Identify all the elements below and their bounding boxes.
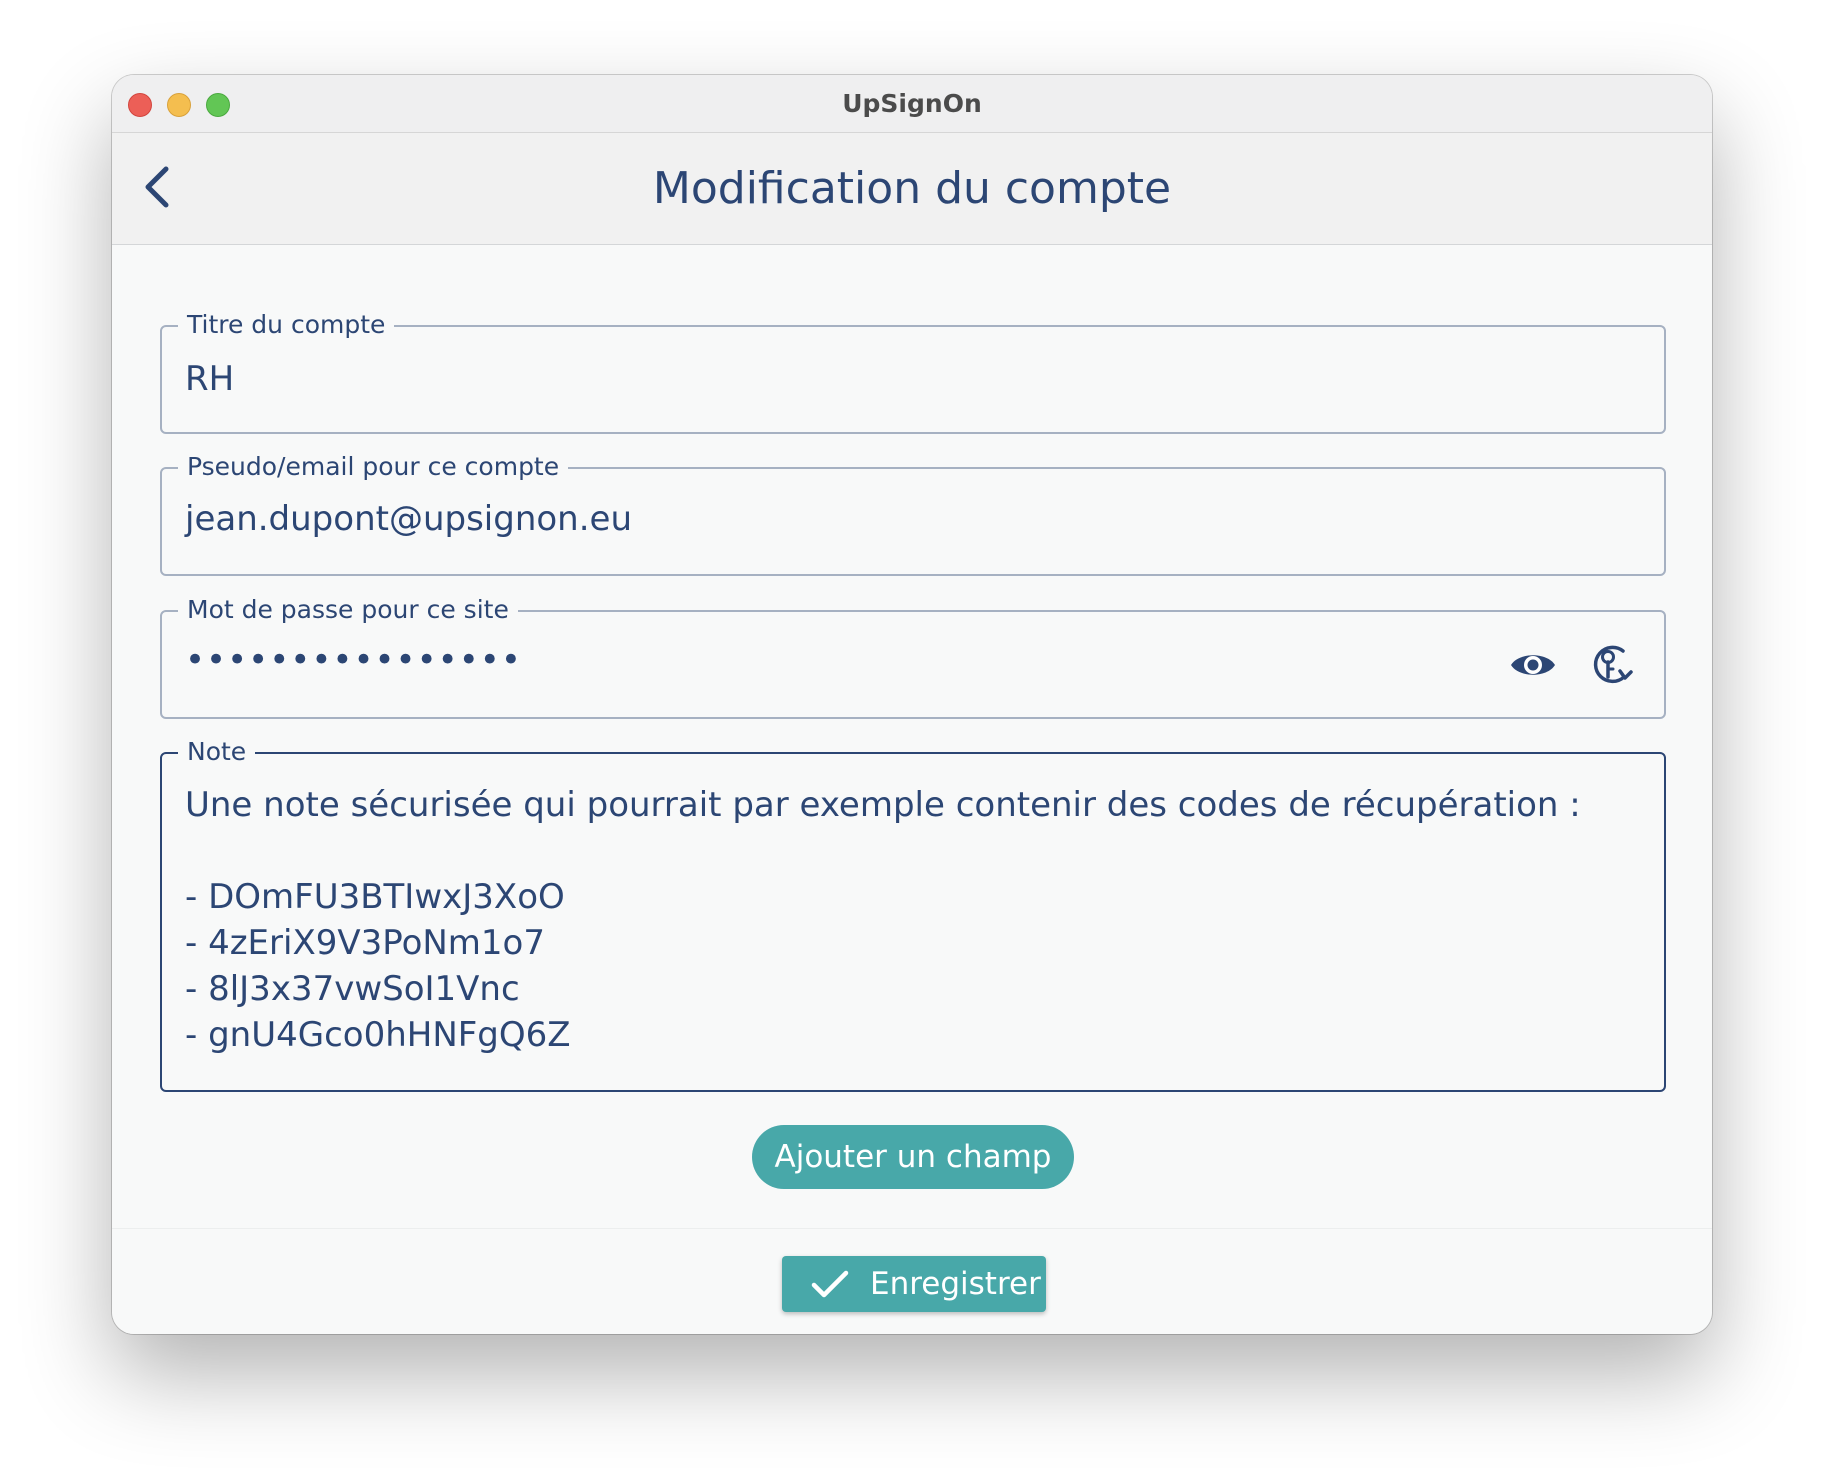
page-footer: Enregistrer bbox=[112, 1228, 1712, 1334]
note-value[interactable]: Une note sécurisée qui pourrait par exem… bbox=[185, 782, 1625, 1058]
window-title: UpSignOn bbox=[842, 89, 982, 118]
login-email-value[interactable]: jean.dupont@upsignon.eu bbox=[185, 499, 632, 539]
account-title-field[interactable]: Titre du compte RH bbox=[160, 308, 1666, 434]
back-button[interactable] bbox=[132, 159, 188, 215]
note-field[interactable]: Note Une note sécurisée qui pourrait par… bbox=[160, 735, 1666, 1092]
add-field-button[interactable]: Ajouter un champ bbox=[752, 1125, 1074, 1189]
page-title: Modification du compte bbox=[652, 163, 1172, 214]
password-value[interactable]: •••••••••••••••• bbox=[185, 640, 522, 680]
app-window: UpSignOn Modification du compte Titre du… bbox=[112, 75, 1712, 1334]
window-titlebar: UpSignOn bbox=[112, 75, 1712, 133]
account-title-value[interactable]: RH bbox=[185, 359, 234, 399]
chevron-left-icon bbox=[145, 166, 169, 208]
password-label: Mot de passe pour ce site bbox=[178, 593, 518, 627]
save-button[interactable]: Enregistrer bbox=[782, 1256, 1046, 1312]
check-icon bbox=[811, 1270, 849, 1298]
login-email-field[interactable]: Pseudo/email pour ce compte jean.dupont@… bbox=[160, 450, 1666, 576]
eye-icon bbox=[1511, 655, 1555, 675]
account-title-label: Titre du compte bbox=[178, 308, 395, 342]
login-email-label: Pseudo/email pour ce compte bbox=[178, 450, 569, 484]
key-refresh-icon bbox=[1593, 645, 1633, 684]
save-label: Enregistrer bbox=[870, 1266, 1041, 1302]
show-password-button[interactable] bbox=[1509, 642, 1557, 692]
note-label: Note bbox=[178, 735, 256, 769]
page-header: Modification du compte bbox=[112, 133, 1712, 245]
regenerate-password-button[interactable] bbox=[1587, 641, 1635, 693]
password-field[interactable]: Mot de passe pour ce site ••••••••••••••… bbox=[160, 593, 1666, 719]
